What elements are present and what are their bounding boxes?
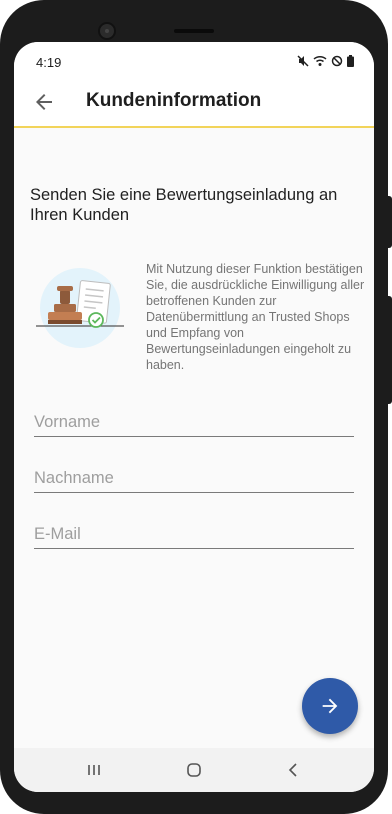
- earpiece-speaker: [174, 29, 214, 33]
- recent-apps-button[interactable]: [84, 760, 104, 780]
- email-input[interactable]: [34, 525, 354, 544]
- screen: 4:19 Kundeninformation Senden Sie eine B…: [14, 42, 374, 792]
- volume-button: [384, 196, 392, 248]
- status-time: 4:19: [36, 55, 62, 70]
- status-icons: [297, 55, 354, 67]
- last-name-input[interactable]: [34, 469, 354, 488]
- home-icon: [187, 763, 201, 777]
- status-bar: 4:19: [14, 42, 374, 80]
- next-button[interactable]: [302, 678, 358, 734]
- consent-text: Mit Nutzung dieser Funktion bestätigen S…: [146, 262, 365, 372]
- arrow-back-icon: [36, 94, 52, 110]
- page-title: Kundeninformation: [86, 90, 262, 111]
- email-field[interactable]: [34, 512, 354, 549]
- wifi-icon: [313, 55, 327, 66]
- app-bar: Kundeninformation: [14, 80, 374, 128]
- back-nav-icon: [288, 763, 297, 777]
- first-name-input[interactable]: [34, 413, 354, 432]
- headline: Senden Sie eine Bewertungseinladung an I…: [30, 186, 338, 224]
- mute-icon: [297, 55, 309, 67]
- front-camera: [98, 22, 116, 40]
- battery-icon: [347, 55, 354, 67]
- arrow-forward-icon: [322, 698, 338, 714]
- home-button[interactable]: [184, 760, 204, 780]
- stamp-document-icon: [36, 268, 126, 352]
- system-back-button[interactable]: [284, 760, 304, 780]
- recent-apps-icon: [88, 765, 100, 775]
- back-button[interactable]: [32, 90, 56, 114]
- first-name-field[interactable]: [34, 400, 354, 437]
- system-nav-bar: [14, 748, 374, 792]
- do-not-disturb-icon: [331, 55, 343, 67]
- last-name-field[interactable]: [34, 456, 354, 493]
- power-button: [384, 296, 392, 404]
